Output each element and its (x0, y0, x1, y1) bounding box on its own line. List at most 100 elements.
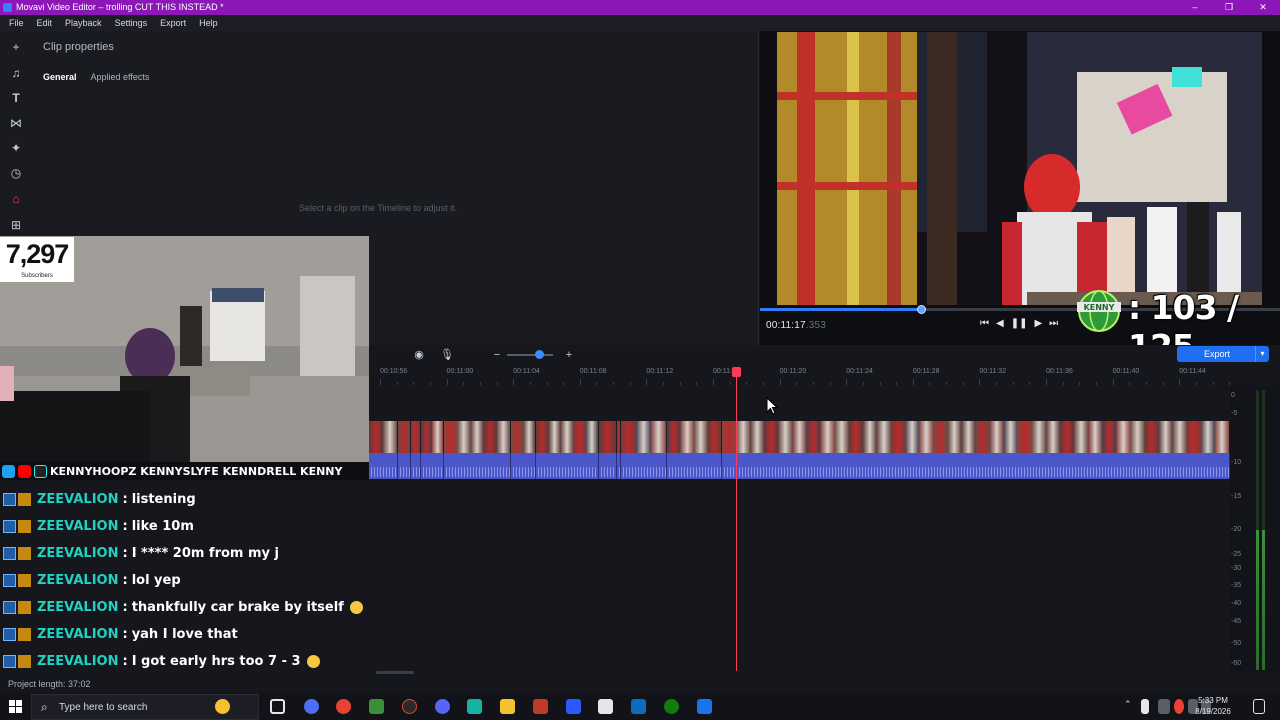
notifications-icon[interactable] (1253, 699, 1265, 714)
ruler-tick (713, 379, 714, 385)
photos-icon[interactable] (697, 699, 712, 714)
audio-clip[interactable] (398, 453, 411, 479)
audio-clip[interactable] (421, 453, 444, 479)
audio-clip[interactable] (369, 453, 398, 479)
tab-applied-effects[interactable]: Applied effects (91, 72, 150, 82)
ruler-tick (1012, 382, 1014, 385)
tray-chevron-icon[interactable]: ⌃ (1124, 699, 1136, 714)
movavi-taskbar-icon[interactable] (566, 699, 581, 714)
skip-start-icon[interactable]: ⏮ (980, 318, 989, 329)
zoom-in-icon[interactable]: + (562, 348, 576, 362)
taskbar-clock[interactable]: 5:33 PM 8/19/2026 (1191, 695, 1235, 717)
video-clip[interactable] (536, 421, 599, 453)
video-clip[interactable] (398, 421, 411, 453)
audio-clip[interactable] (722, 453, 1230, 479)
close-button[interactable]: ✕ (1246, 0, 1280, 15)
menu-playback[interactable]: Playback (65, 18, 102, 28)
audio-clip[interactable] (536, 453, 599, 479)
obs-icon[interactable] (402, 699, 417, 714)
audio-clip[interactable] (621, 453, 667, 479)
skip-end-icon[interactable]: ⏭ (1049, 318, 1058, 329)
discord-icon[interactable] (435, 699, 450, 714)
export-button[interactable]: Export ▾ (1177, 346, 1269, 362)
clock-icon[interactable]: ◷ (8, 165, 24, 181)
step-back-icon[interactable]: ◀ (996, 318, 1004, 329)
pause-icon[interactable]: ❚❚ (1011, 318, 1028, 329)
audio-clip[interactable] (599, 453, 617, 479)
menu-edit[interactable]: Edit (37, 18, 53, 28)
tool-rail: + ♫ T ⋈ ✦ ◷ ⌂ ⊞ (0, 31, 31, 236)
ruler-tick (829, 382, 831, 385)
clock-time: 5:33 PM (1198, 696, 1228, 705)
chat-separator: : (122, 491, 128, 507)
timeline-scrollbar[interactable] (376, 671, 414, 674)
video-clip[interactable] (411, 421, 421, 453)
copilot-icon[interactable] (304, 699, 319, 714)
meter-scale-label: -5 (1231, 410, 1238, 417)
video-frame[interactable] (777, 32, 1262, 305)
copilot-sparkle-icon[interactable] (215, 699, 230, 714)
sticker-icon[interactable]: ⌂ (8, 191, 24, 207)
kenny-logo-text: KENNY (1084, 303, 1115, 312)
transition-icon[interactable]: ⋈ (8, 115, 24, 131)
app-teal-icon[interactable] (467, 699, 482, 714)
store-icon[interactable] (369, 699, 384, 714)
zoom-slider-handle[interactable] (535, 350, 545, 359)
timeline-ruler[interactable]: 00:10:56 00:11:00 00:11:04 00:11:08 00:11:12… (369, 365, 1231, 385)
tray-microphone-icon[interactable] (1141, 699, 1149, 714)
video-clip[interactable] (599, 421, 617, 453)
tray-record-icon[interactable] (1174, 699, 1184, 714)
video-clip[interactable] (722, 421, 1230, 453)
restore-button[interactable]: ❐ (1212, 0, 1246, 15)
chrome-icon[interactable] (336, 699, 351, 714)
menu-export[interactable]: Export (160, 18, 186, 28)
audio-clip[interactable] (511, 453, 536, 479)
zoom-out-icon[interactable]: − (490, 348, 504, 362)
windows-taskbar: ⌕ Type here to search ⌃ (0, 693, 1280, 720)
audio-track[interactable] (369, 453, 1230, 479)
menu-settings[interactable]: Settings (115, 18, 148, 28)
task-view-icon[interactable] (270, 699, 285, 714)
outlook-icon[interactable] (631, 699, 646, 714)
zoom-slider-track[interactable] (507, 354, 553, 356)
playhead-line[interactable] (736, 373, 737, 671)
tab-general[interactable]: General (43, 72, 77, 82)
text-icon[interactable]: T (8, 90, 24, 106)
scrubber-handle[interactable] (917, 305, 927, 314)
video-clip[interactable] (369, 421, 398, 453)
video-clip[interactable] (621, 421, 667, 453)
capcut-icon[interactable] (598, 699, 613, 714)
export-dropdown-icon[interactable]: ▾ (1255, 346, 1269, 362)
menu-help[interactable]: Help (199, 18, 218, 28)
video-clip[interactable] (444, 421, 511, 453)
step-forward-icon[interactable]: ▶ (1034, 318, 1042, 329)
subscriber-counter: 7,297 Subscribers (0, 237, 74, 282)
microphone-icon[interactable]: 🎙 (440, 348, 454, 362)
crown-badge-icon (18, 546, 31, 560)
video-clip[interactable] (511, 421, 536, 453)
ruler-tick (946, 382, 948, 385)
audio-clip[interactable] (667, 453, 722, 479)
file-explorer-icon[interactable] (500, 699, 515, 714)
video-clip[interactable] (667, 421, 722, 453)
video-clip[interactable] (421, 421, 444, 453)
music-icon[interactable]: ♫ (8, 65, 24, 81)
xbox-icon[interactable] (664, 699, 679, 714)
tray-display-icon[interactable] (1158, 699, 1170, 714)
windows-start-icon[interactable] (9, 700, 22, 713)
search-placeholder: Type here to search (59, 702, 148, 713)
mouse-cursor-icon (766, 397, 778, 415)
audio-clip[interactable] (444, 453, 511, 479)
video-track[interactable] (369, 421, 1230, 453)
menu-file[interactable]: File (9, 18, 24, 28)
webcam-record-icon[interactable]: ◉ (412, 348, 426, 362)
magic-icon[interactable]: ✦ (8, 140, 24, 156)
audio-clip[interactable] (411, 453, 421, 479)
ruler-tick-label: 00:11:20 (779, 368, 807, 375)
minimize-button[interactable]: – (1178, 0, 1212, 15)
video-editor-alt-icon[interactable] (533, 699, 548, 714)
add-icon[interactable]: + (8, 39, 24, 55)
more-icon[interactable]: ⊞ (8, 217, 24, 233)
crown-badge-icon (18, 492, 31, 506)
meter-scale-label: -20 (1231, 526, 1242, 533)
